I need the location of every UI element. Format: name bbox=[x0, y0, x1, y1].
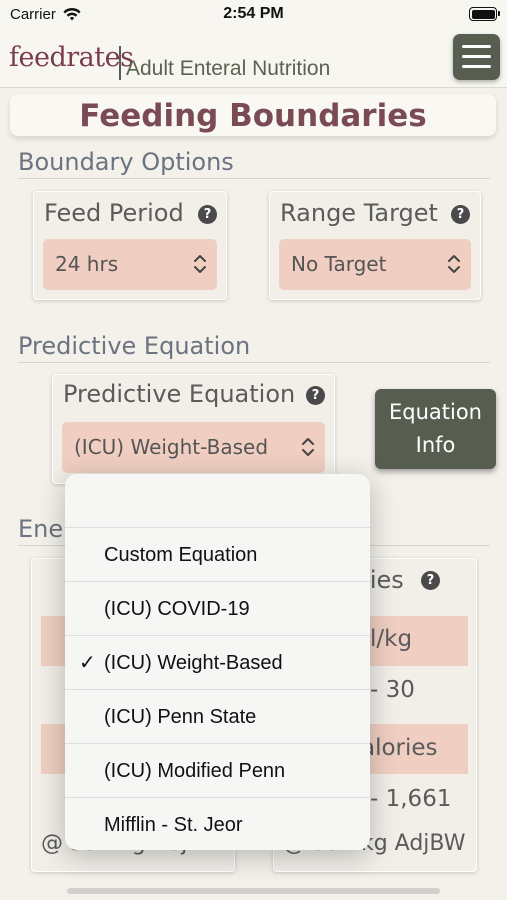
clock: 2:54 PM bbox=[223, 5, 284, 22]
chevron-up-down-icon bbox=[302, 438, 314, 456]
calories-label-fragment: alories bbox=[361, 735, 438, 761]
dropdown-item-custom-equation[interactable]: Custom Equation bbox=[65, 527, 370, 581]
chevron-up-down-icon bbox=[448, 255, 460, 273]
range-target-label: Range Target bbox=[280, 199, 438, 227]
per-kg-fragment: l/kg bbox=[370, 626, 413, 652]
feed-period-card: Feed Period ? 24 hrs bbox=[33, 191, 227, 300]
range-fragment: - 30 bbox=[370, 677, 415, 703]
app-header: feedrates Adult Enteral Nutrition bbox=[0, 30, 507, 88]
checkmark-icon: ✓ bbox=[79, 652, 96, 674]
feed-period-label: Feed Period bbox=[44, 199, 184, 227]
predictive-equation-heading: Predictive Equation bbox=[18, 332, 251, 360]
dropdown-item-label: Mifflin - St. Jeor bbox=[104, 814, 243, 836]
predictive-equation-card: Predictive Equation ? (ICU) Weight-Based bbox=[52, 374, 335, 484]
logo-divider bbox=[119, 46, 121, 80]
equation-info-button[interactable]: Equation Info bbox=[375, 389, 496, 469]
dropdown-item-label: (ICU) Modified Penn bbox=[104, 760, 286, 782]
dropdown-item-icu-weight-based[interactable]: ✓ (ICU) Weight-Based bbox=[65, 635, 370, 689]
dropdown-item-icu-penn-state[interactable]: (ICU) Penn State bbox=[65, 689, 370, 743]
section-divider bbox=[18, 178, 490, 179]
page-title: Feeding Boundaries bbox=[10, 94, 496, 136]
dropdown-item-label: (ICU) Penn State bbox=[104, 706, 257, 728]
help-icon[interactable]: ? bbox=[451, 205, 470, 224]
dropdown-item-label: (ICU) Weight-Based bbox=[104, 652, 283, 674]
help-icon[interactable]: ? bbox=[198, 205, 217, 224]
predictive-equation-value: (ICU) Weight-Based bbox=[74, 435, 269, 459]
dropdown-item-label: (ICU) COVID-19 bbox=[104, 598, 250, 620]
hamburger-icon-bar bbox=[462, 55, 491, 58]
home-indicator bbox=[67, 888, 440, 894]
range-target-value: No Target bbox=[291, 252, 387, 276]
help-icon[interactable]: ? bbox=[421, 571, 440, 590]
help-icon[interactable]: ? bbox=[306, 386, 325, 405]
status-bar: Carrier 2:54 PM bbox=[0, 0, 507, 30]
hamburger-icon bbox=[462, 45, 491, 48]
range-target-select[interactable]: No Target bbox=[279, 239, 471, 290]
dropdown-item-icu-modified-penn[interactable]: (ICU) Modified Penn bbox=[65, 743, 370, 797]
feed-period-value: 24 hrs bbox=[55, 252, 119, 276]
range-target-card: Range Target ? No Target bbox=[269, 191, 481, 300]
logo: feedrates bbox=[9, 42, 134, 73]
battery-icon bbox=[469, 7, 500, 21]
chevron-up-down-icon bbox=[194, 255, 206, 273]
equation-info-label: Equation Info bbox=[388, 400, 482, 457]
predictive-equation-dropdown: Custom Equation (ICU) COVID-19 ✓ (ICU) W… bbox=[65, 474, 370, 850]
dropdown-item-mifflin-st-jeor[interactable]: Mifflin - St. Jeor bbox=[65, 797, 370, 850]
section-divider bbox=[18, 362, 490, 363]
energy-heading-fragment: Ene bbox=[18, 515, 64, 543]
hamburger-icon-bar bbox=[462, 65, 491, 68]
predictive-equation-select[interactable]: (ICU) Weight-Based bbox=[62, 422, 325, 473]
boundary-options-heading: Boundary Options bbox=[18, 148, 234, 176]
menu-button[interactable] bbox=[453, 34, 500, 80]
calories-range-fragment: - 1,661 bbox=[370, 786, 452, 812]
dropdown-item-icu-covid-19[interactable]: (ICU) COVID-19 bbox=[65, 581, 370, 635]
predictive-equation-label: Predictive Equation bbox=[63, 380, 296, 408]
feed-period-select[interactable]: 24 hrs bbox=[43, 239, 217, 290]
app-subtitle: Adult Enteral Nutrition bbox=[126, 57, 331, 80]
dropdown-item-label: Custom Equation bbox=[104, 544, 258, 566]
